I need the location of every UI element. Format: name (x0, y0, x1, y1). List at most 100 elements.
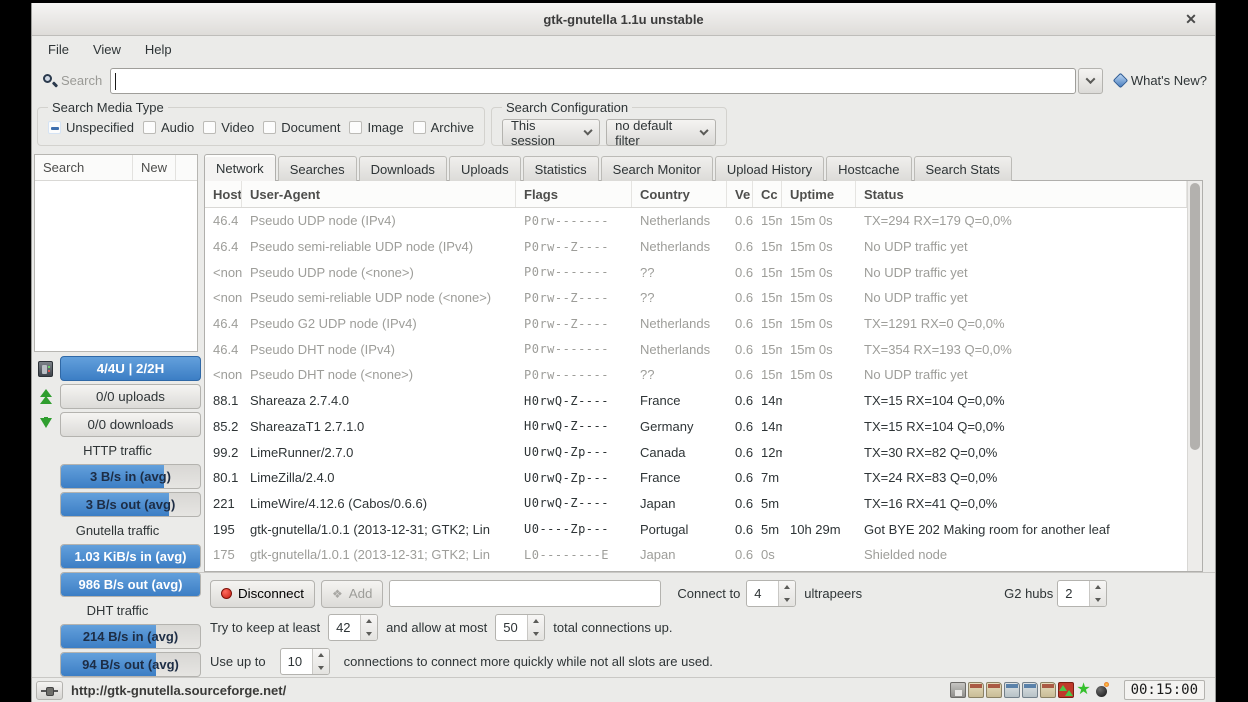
uploads-arrows-icon (39, 389, 53, 405)
whats-new-link[interactable]: What's New? (1115, 73, 1207, 88)
cell-status: TX=1291 RX=0 Q=0,0% (856, 316, 1187, 331)
media-type-option-audio[interactable]: Audio (143, 120, 194, 135)
stepper-arrows[interactable] (360, 615, 377, 640)
table-row[interactable]: <nonPseudo DHT node (<none>)P0rw-------?… (205, 362, 1187, 388)
text-caret (115, 73, 116, 90)
stepper-arrows[interactable] (778, 581, 795, 606)
cell-flags: H0rwQ-Z---- (516, 394, 632, 408)
table-row[interactable]: 99.2LimeRunner/2.7.0U0rwQ-Zp---Canada0.6… (205, 439, 1187, 465)
stepper-arrows[interactable] (1089, 581, 1106, 606)
checkbox-unchecked-icon[interactable] (413, 121, 426, 134)
table-row[interactable]: 46.4Pseudo semi-reliable UDP node (IPv4)… (205, 234, 1187, 260)
media-type-option-video[interactable]: Video (203, 120, 254, 135)
ultrapeers-stepper[interactable]: 4 (746, 580, 796, 607)
search-label-box[interactable]: Search (40, 73, 110, 88)
scrollbar-thumb[interactable] (1190, 183, 1200, 450)
allow-at-most-stepper[interactable]: 50 (495, 614, 545, 641)
cell-agent: ShareazaT1 2.7.1.0 (242, 419, 516, 434)
column-header-flags[interactable]: Flags (516, 181, 632, 207)
tab-search-stats[interactable]: Search Stats (914, 156, 1012, 181)
connect-to-label: Connect to (677, 586, 740, 601)
tab-hostcache[interactable]: Hostcache (826, 156, 911, 181)
tab-search-monitor[interactable]: Search Monitor (601, 156, 713, 181)
disconnect-button[interactable]: Disconnect (210, 580, 315, 608)
session-dropdown[interactable]: This session (502, 119, 600, 146)
search-list[interactable]: Search New (34, 154, 198, 352)
chevron-down-icon (1085, 74, 1095, 84)
filter-row: Search Media Type UnspecifiedAudioVideoD… (32, 98, 1215, 152)
menu-item-file[interactable]: File (36, 38, 81, 61)
menu-item-help[interactable]: Help (133, 38, 184, 61)
checkbox-unchecked-icon[interactable] (203, 121, 216, 134)
peers-table-frame: HostUser-AgentFlagsCountryVeCcUptimeStat… (204, 180, 1203, 572)
cell-country: Japan (632, 547, 727, 562)
connector-button[interactable] (36, 681, 63, 700)
table-row[interactable]: 46.4Pseudo UDP node (IPv4)P0rw-------Net… (205, 208, 1187, 234)
column-header-status[interactable]: Status (856, 181, 1187, 207)
table-scrollbar[interactable] (1187, 181, 1202, 571)
cell-status: TX=15 RX=104 Q=0,0% (856, 393, 1187, 408)
use-up-to-stepper[interactable]: 10 (280, 648, 330, 675)
allow-at-most-label: and allow at most (386, 620, 487, 635)
downloads-button[interactable]: 0/0 downloads (60, 412, 201, 437)
table-row[interactable]: 195gtk-gnutella/1.0.1 (2013-12-31; GTK2;… (205, 516, 1187, 542)
media-type-option-unspecified[interactable]: Unspecified (48, 120, 134, 135)
titlebar[interactable]: gtk-gnutella 1.1u unstable ✕ (32, 3, 1215, 36)
cell-ve: 0.6 (727, 522, 753, 537)
g2-hubs-stepper[interactable]: 2 (1057, 580, 1107, 607)
column-header-useragent[interactable]: User-Agent (242, 181, 516, 207)
table-row[interactable]: 80.1LimeZilla/2.4.0U0rwQ-Zp---France0.67… (205, 465, 1187, 491)
table-row[interactable]: 46.4Pseudo G2 UDP node (IPv4)P0rw--Z----… (205, 311, 1187, 337)
search-input[interactable] (110, 68, 1076, 94)
table-row[interactable]: 85.2ShareazaT1 2.7.1.0H0rwQ-Z----Germany… (205, 414, 1187, 440)
tab-statistics[interactable]: Statistics (523, 156, 599, 181)
add-button[interactable]: ❖ Add (321, 580, 383, 608)
search-column-header[interactable]: Search (35, 155, 133, 180)
table-row[interactable]: <nonPseudo UDP node (<none>)P0rw-------?… (205, 259, 1187, 285)
traffic-bar-label: 3 B/s out (avg) (61, 493, 200, 516)
homepage-url[interactable]: http://gtk-gnutella.sourceforge.net/ (71, 683, 286, 698)
stepper-arrows[interactable] (312, 649, 329, 674)
close-icon[interactable]: ✕ (1181, 9, 1201, 29)
g2-hubs-label: G2 hubs (1004, 586, 1053, 601)
stepper-arrows[interactable] (527, 615, 544, 640)
checkbox-indeterminate-icon[interactable] (48, 121, 61, 134)
table-row[interactable]: 175gtk-gnutella/1.0.1 (2013-12-31; GTK2;… (205, 542, 1187, 568)
column-header-ve[interactable]: Ve (727, 181, 753, 207)
checkbox-unchecked-icon[interactable] (143, 121, 156, 134)
cell-agent: Pseudo semi-reliable UDP node (IPv4) (242, 239, 516, 254)
search-configuration-group: Search Configuration This session no def… (491, 100, 727, 146)
default-filter-dropdown[interactable]: no default filter (606, 119, 716, 146)
sidebar-status-row: 4/4U | 2/2H (34, 356, 201, 381)
menu-item-view[interactable]: View (81, 38, 133, 61)
tab-upload-history[interactable]: Upload History (715, 156, 824, 181)
gnet-book-icon (986, 682, 1002, 698)
table-row[interactable]: 221LimeWire/4.12.6 (Cabos/0.6.6)U0rwQ-Z-… (205, 491, 1187, 517)
table-body: 46.4Pseudo UDP node (IPv4)P0rw-------Net… (205, 208, 1187, 568)
uploads-button[interactable]: 0/0 uploads (60, 384, 201, 409)
media-type-option-document[interactable]: Document (263, 120, 340, 135)
cell-status: TX=294 RX=179 Q=0,0% (856, 213, 1187, 228)
media-type-option-archive[interactable]: Archive (413, 120, 474, 135)
cell-ve: 0.6 (727, 265, 753, 280)
new-column-header[interactable]: New (133, 155, 176, 180)
cell-ve: 0.6 (727, 290, 753, 305)
keep-at-least-stepper[interactable]: 42 (328, 614, 378, 641)
column-header-uptime[interactable]: Uptime (782, 181, 856, 207)
checkbox-unchecked-icon[interactable] (263, 121, 276, 134)
tab-searches[interactable]: Searches (278, 156, 357, 181)
tab-downloads[interactable]: Downloads (359, 156, 447, 181)
tab-uploads[interactable]: Uploads (449, 156, 521, 181)
column-header-cc[interactable]: Cc (753, 181, 782, 207)
table-row[interactable]: 46.4Pseudo DHT node (IPv4)P0rw-------Net… (205, 336, 1187, 362)
connections-summary-button[interactable]: 4/4U | 2/2H (60, 356, 201, 381)
table-row[interactable]: 88.1Shareaza 2.7.4.0H0rwQ-Z----France0.6… (205, 388, 1187, 414)
tab-network[interactable]: Network (204, 154, 276, 181)
column-header-country[interactable]: Country (632, 181, 727, 207)
checkbox-unchecked-icon[interactable] (349, 121, 362, 134)
media-type-option-image[interactable]: Image (349, 120, 403, 135)
table-row[interactable]: <nonPseudo semi-reliable UDP node (<none… (205, 285, 1187, 311)
search-history-dropdown-button[interactable] (1078, 68, 1103, 94)
column-header-host[interactable]: Host (205, 181, 242, 207)
host-address-input[interactable] (389, 580, 661, 607)
